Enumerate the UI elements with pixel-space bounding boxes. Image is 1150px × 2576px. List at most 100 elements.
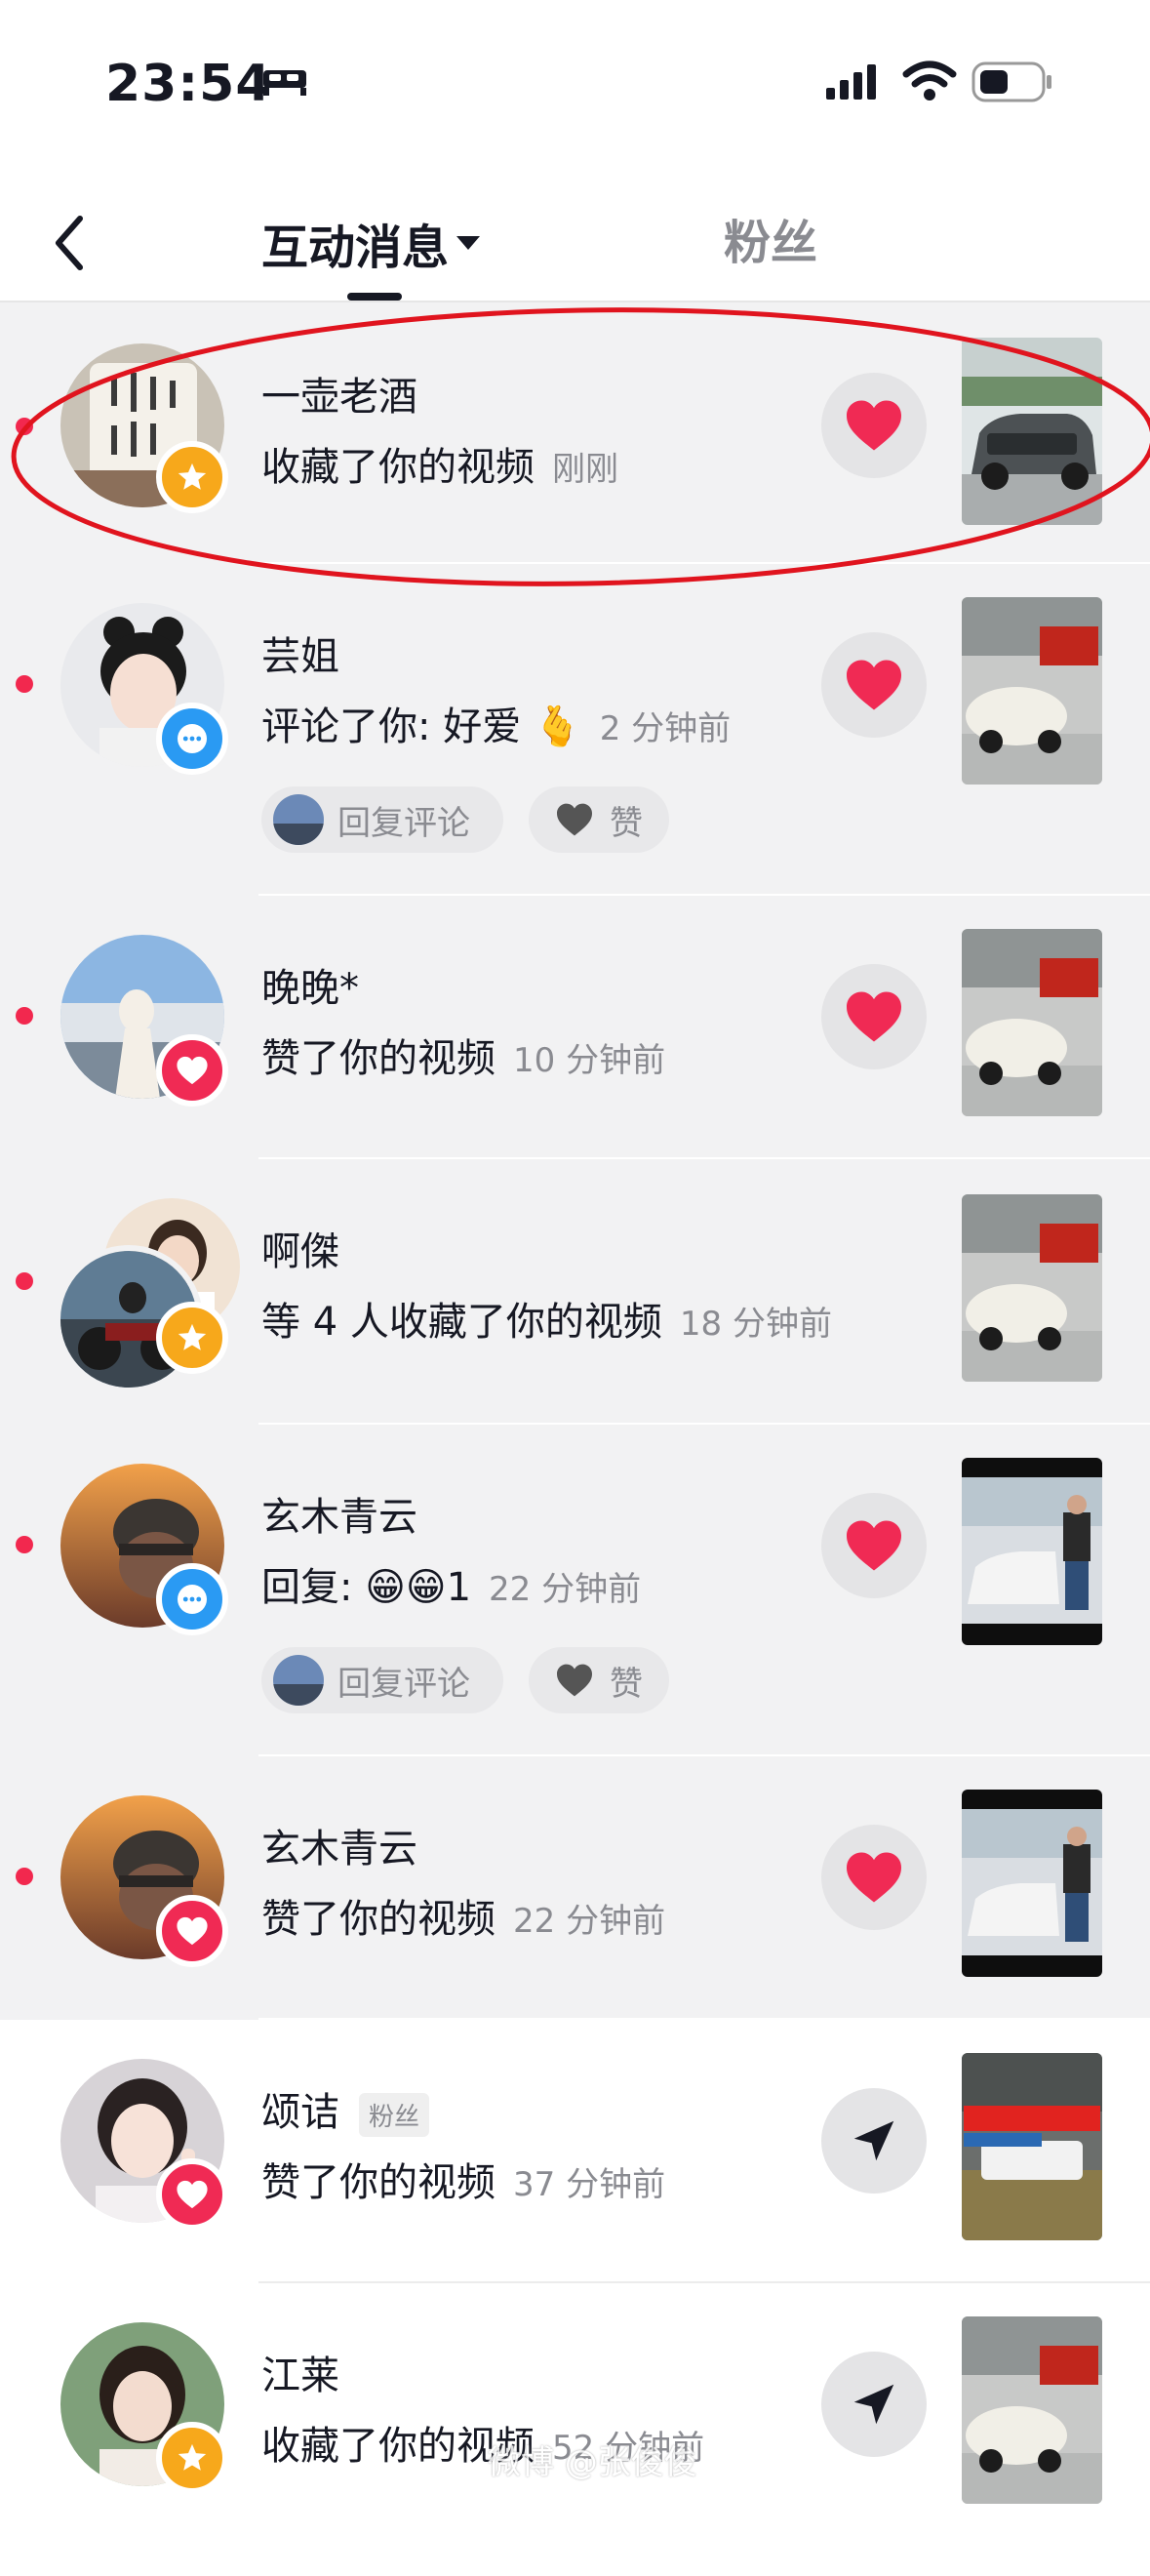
action-label: 回复: 😁😁1 <box>261 1565 472 1610</box>
back-icon[interactable] <box>47 209 94 277</box>
action-label: 赞了你的视频 <box>261 1036 496 1081</box>
notification-row[interactable]: 一壶老酒 收藏了你的视频 刚刚 <box>0 302 1150 564</box>
unread-dot <box>16 1272 33 1290</box>
notification-row[interactable]: 芸姐 评论了你: 好爱 🫰 2 分钟前 回复评论 赞 <box>0 564 1150 896</box>
like-back-button[interactable] <box>821 373 927 478</box>
heart-icon <box>847 991 901 1042</box>
signal-icon <box>826 64 876 100</box>
like-back-button[interactable] <box>821 632 927 738</box>
send-icon <box>853 2120 894 2161</box>
badge-like-icon <box>156 1895 228 1967</box>
video-thumbnail[interactable] <box>962 1790 1102 1977</box>
time-ago: 37 分钟前 <box>513 2165 666 2204</box>
notification-list: 一壶老酒 收藏了你的视频 刚刚 芸姐 评论了你: 好爱 🫰 2 分钟前 回复评论… <box>0 302 1150 2576</box>
action-label: 收藏了你的视频 <box>261 445 535 490</box>
video-thumbnail[interactable] <box>962 597 1102 785</box>
watermark: 微博 @张俊俊 <box>488 2443 697 2482</box>
time-ago: 22 分钟前 <box>513 1902 666 1941</box>
reply-comment-label: 回复评论 <box>337 1664 470 1704</box>
nav-header: 互动消息 粉丝 <box>0 185 1150 301</box>
badge-comment-icon <box>156 703 228 775</box>
status-bar: 23:54 <box>0 0 1150 146</box>
send-message-button[interactable] <box>821 2352 927 2457</box>
tab-interactions-label: 互动消息 <box>261 221 450 275</box>
user-name[interactable]: 芸姐 <box>261 624 339 681</box>
battery-icon <box>972 61 1051 102</box>
heart-outline-icon <box>557 803 592 836</box>
video-thumbnail[interactable] <box>962 929 1102 1116</box>
user-name[interactable]: 颂诘 粉丝 <box>261 2080 430 2137</box>
like-comment-label: 赞 <box>610 803 643 843</box>
time-ago: 22 分钟前 <box>489 1570 642 1609</box>
like-comment-button[interactable]: 赞 <box>529 786 669 853</box>
badge-star-icon <box>156 2422 228 2494</box>
video-thumbnail[interactable] <box>962 1458 1102 1645</box>
unread-dot <box>16 675 33 693</box>
action-label: 赞了你的视频 <box>261 2160 496 2205</box>
reply-avatar <box>273 1655 324 1706</box>
badge-like-icon <box>156 1034 228 1107</box>
action-text: 回复: 😁😁1 22 分钟前 <box>261 1555 641 1612</box>
action-text: 评论了你: 好爱 🫰 2 分钟前 <box>261 695 731 751</box>
notification-row[interactable]: 啊傑 等 4 人收藏了你的视频 18 分钟前 <box>0 1159 1150 1425</box>
action-text: 收藏了你的视频 刚刚 <box>261 435 618 492</box>
fan-tag: 粉丝 <box>359 2092 430 2137</box>
unread-dot <box>16 1007 33 1025</box>
heart-outline-icon <box>557 1664 592 1697</box>
time-ago: 10 分钟前 <box>513 1041 666 1080</box>
bed-icon <box>263 70 306 96</box>
video-thumbnail[interactable] <box>962 2053 1102 2240</box>
video-thumbnail[interactable] <box>962 2316 1102 2504</box>
reply-comment-label: 回复评论 <box>337 803 470 843</box>
badge-star-icon <box>156 1302 228 1374</box>
user-name[interactable]: 玄木青云 <box>261 1485 417 1542</box>
tab-interactions[interactable]: 互动消息 <box>261 209 481 277</box>
unread-dot <box>16 418 33 435</box>
like-comment-button[interactable]: 赞 <box>529 1647 669 1713</box>
action-label: 赞了你的视频 <box>261 1897 496 1942</box>
action-label: 等 4 人收藏了你的视频 <box>261 1300 662 1345</box>
send-message-button[interactable] <box>821 2088 927 2194</box>
unread-dot <box>16 1868 33 1885</box>
action-text: 等 4 人收藏了你的视频 18 分钟前 <box>261 1290 832 1347</box>
like-back-button[interactable] <box>821 1825 927 1930</box>
caret-down-icon <box>456 236 481 250</box>
send-icon <box>853 2384 894 2425</box>
badge-like-icon <box>156 2158 228 2231</box>
like-back-button[interactable] <box>821 1493 927 1598</box>
action-label: 评论了你: 好爱 🫰 <box>261 704 582 749</box>
notification-row[interactable]: 玄木青云 赞了你的视频 22 分钟前 <box>0 1756 1150 2020</box>
user-name[interactable]: 晚晚* <box>261 956 359 1013</box>
active-tab-indicator <box>347 293 402 301</box>
user-name[interactable]: 玄木青云 <box>261 1817 417 1873</box>
user-name[interactable]: 一壶老酒 <box>261 365 417 422</box>
user-name-label: 颂诘 <box>261 2090 339 2135</box>
reply-comment-button[interactable]: 回复评论 <box>261 1647 503 1713</box>
action-text: 赞了你的视频 37 分钟前 <box>261 2151 665 2207</box>
reply-avatar <box>273 794 324 845</box>
wifi-icon <box>902 60 957 101</box>
notification-row[interactable]: 晚晚* 赞了你的视频 10 分钟前 <box>0 896 1150 1159</box>
unread-dot <box>16 1536 33 1553</box>
time-ago: 2 分钟前 <box>599 709 732 748</box>
notification-row[interactable]: 玄木青云 回复: 😁😁1 22 分钟前 回复评论 赞 <box>0 1425 1150 1756</box>
reply-comment-button[interactable]: 回复评论 <box>261 786 503 853</box>
video-thumbnail[interactable] <box>962 1194 1102 1382</box>
status-time: 23:54 <box>105 55 272 113</box>
user-name[interactable]: 江莱 <box>261 2344 339 2400</box>
tab-fans[interactable]: 粉丝 <box>724 209 817 277</box>
action-text: 赞了你的视频 22 分钟前 <box>261 1887 665 1944</box>
action-text: 赞了你的视频 10 分钟前 <box>261 1026 665 1083</box>
user-name[interactable]: 啊傑 <box>261 1220 339 1276</box>
badge-star-icon <box>156 441 228 513</box>
badge-comment-icon <box>156 1563 228 1635</box>
video-thumbnail[interactable] <box>962 338 1102 525</box>
time-ago: 18 分钟前 <box>679 1305 832 1344</box>
heart-icon <box>847 1520 901 1571</box>
heart-icon <box>847 1852 901 1903</box>
time-ago: 刚刚 <box>552 450 618 489</box>
notification-row[interactable]: 颂诘 粉丝 赞了你的视频 37 分钟前 <box>0 2020 1150 2283</box>
like-back-button[interactable] <box>821 964 927 1069</box>
like-comment-label: 赞 <box>610 1664 643 1704</box>
notification-row[interactable]: 江莱 收藏了你的视频 52 分钟前 <box>0 2283 1150 2576</box>
